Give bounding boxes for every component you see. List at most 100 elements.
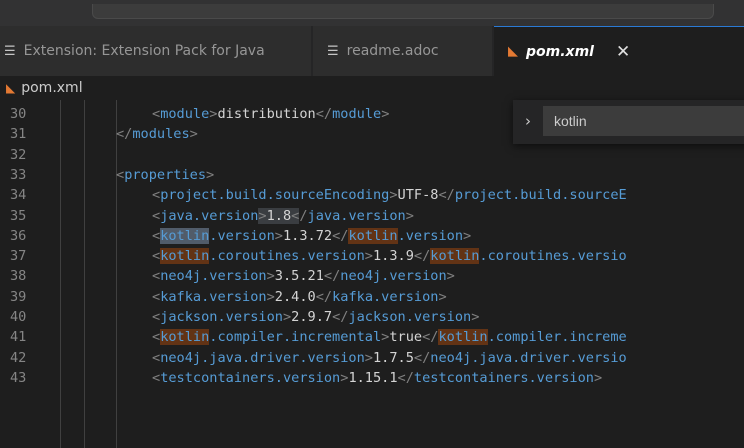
command-center[interactable] (92, 4, 714, 19)
code-token: > (274, 227, 283, 244)
code-token: > (364, 349, 373, 366)
code-token: 1.8 (266, 207, 292, 224)
code-token: > (446, 268, 455, 285)
code-token: < (152, 329, 161, 346)
line-number: 34 (10, 187, 27, 204)
code-token: < (152, 106, 161, 122)
code-token: < (152, 187, 161, 204)
code-token: </ (438, 187, 455, 204)
code-token: < (152, 207, 161, 224)
code-token: > (206, 166, 215, 183)
find-widget: › kotlin (513, 100, 744, 144)
code-token: modules (132, 126, 190, 143)
code-token: 1.7.5 (372, 349, 414, 366)
code-token: project.build.sourceE (454, 187, 627, 204)
code-line[interactable]: 42 <neo4j.java.driver.version>1.7.5</neo4… (0, 348, 744, 368)
code-token: jackson.version (160, 309, 283, 325)
code-text: <module>distribution</module> (152, 104, 389, 124)
code-token: > (471, 309, 480, 325)
code-token: neo4j.java.driver.versio (430, 349, 627, 366)
line-number: 40 (10, 309, 27, 325)
code-line[interactable]: 40 <jackson.version>2.9.7</jackson.versio… (0, 307, 744, 327)
code-line[interactable]: 36 <kotlin.version>1.3.72</kotlin.version… (0, 226, 744, 246)
code-token: module (160, 106, 210, 122)
code-text: <project.build.sourceEncoding>UTF-8</pro… (152, 185, 627, 205)
code-token: distribution (217, 106, 316, 122)
code-token: </ (315, 106, 333, 122)
breadcrumb: ◣ pom.xml (0, 76, 744, 100)
code-token: .coroutines.versio (479, 248, 627, 265)
code-text: <java.version>1.8</java.version> (152, 206, 414, 226)
line-number: 35 (10, 207, 27, 224)
find-input[interactable]: kotlin (543, 106, 744, 136)
search-match: kotlin (348, 227, 398, 244)
editor-tab-bar: ☰ Extension: Extension Pack for Java ☰ r… (0, 26, 744, 76)
code-token: > (189, 126, 198, 143)
code-text: <kafka.version>2.4.0</kafka.version> (152, 287, 447, 307)
line-number: 36 (10, 227, 27, 244)
code-text: <properties> (116, 165, 214, 185)
code-text: <kotlin.version>1.3.72</kotlin.version> (152, 226, 471, 246)
code-token: 1.3.9 (372, 248, 414, 265)
code-token: > (438, 288, 447, 305)
chevron-right-icon[interactable]: › (525, 112, 531, 130)
code-text: <kotlin.compiler.incremental>true</kotli… (152, 327, 627, 347)
code-token: > (389, 187, 398, 204)
code-line[interactable]: 41 <kotlin.compiler.incremental>true</kot… (0, 327, 744, 347)
code-line[interactable]: 33 <properties> (0, 165, 744, 185)
code-token: neo4j.java.driver.version (160, 349, 365, 366)
code-token: > (364, 248, 373, 265)
code-token: > (405, 207, 414, 224)
code-token: > (381, 106, 390, 122)
preview-lines-icon: ☰ (4, 43, 16, 59)
close-icon[interactable]: ✕ (616, 42, 630, 62)
code-token: < (116, 166, 125, 183)
code-token: 2.9.7 (291, 309, 333, 325)
code-token: UTF-8 (397, 187, 439, 204)
tab-pom-xml[interactable]: ◣ pom.xml ✕ (494, 26, 744, 76)
search-match: kotlin (438, 329, 488, 346)
code-token: .coroutines.version (209, 248, 365, 265)
code-text: <neo4j.java.driver.version>1.7.5</neo4j.… (152, 348, 627, 368)
breadcrumb-file[interactable]: pom.xml (21, 80, 82, 96)
tab-extension-pack[interactable]: ☰ Extension: Extension Pack for Java (0, 26, 312, 76)
code-token: < (152, 309, 161, 325)
tab-label: Extension: Extension Pack for Java (23, 43, 265, 59)
code-line[interactable]: 32 (0, 145, 744, 165)
code-editor[interactable]: 30 <module>distribution</module> 31 </modul… (0, 100, 744, 448)
code-token: > (258, 207, 267, 224)
code-token: < (152, 227, 161, 244)
code-token: </ (332, 309, 349, 325)
code-text: <kotlin.coroutines.version>1.3.9</kotlin… (152, 246, 627, 266)
code-token: java.version (307, 207, 406, 224)
code-token: .version (209, 227, 275, 244)
code-token: > (266, 268, 275, 285)
code-token: module (332, 106, 382, 122)
code-token: .compiler.incremental (209, 329, 382, 346)
code-token: < (152, 288, 161, 305)
rss-xml-icon: ◣ (6, 81, 16, 95)
code-line[interactable]: 34 <project.build.sourceEncoding>UTF-8</p… (0, 185, 744, 205)
line-number: 37 (10, 248, 27, 265)
code-token: true (389, 329, 423, 346)
line-number: 39 (10, 288, 27, 305)
code-token: kafka.version (332, 288, 439, 305)
code-text: <neo4j.version>3.5.21</neo4j.version> (152, 266, 455, 286)
code-token: </ (413, 248, 431, 265)
line-number: 41 (10, 329, 27, 346)
code-token: neo4j.version (160, 268, 267, 285)
code-token: </ (116, 126, 133, 143)
code-token: project.build.sourceEncoding (160, 187, 390, 204)
code-line[interactable]: 39 <kafka.version>2.4.0</kafka.version> (0, 287, 744, 307)
code-token: .compiler.increme (487, 329, 627, 346)
code-line[interactable]: 38 <neo4j.version>3.5.21</neo4j.version> (0, 266, 744, 286)
code-token: / (299, 207, 308, 224)
code-line[interactable]: 35 <java.version>1.8</java.version> (0, 206, 744, 226)
code-line[interactable]: 43 <testcontainers.version>1.15.1</testco… (0, 368, 744, 388)
code-line[interactable]: 37 <kotlin.coroutines.version>1.3.9</kotl… (0, 246, 744, 266)
code-token: </ (397, 369, 414, 386)
code-token: < (152, 349, 161, 366)
search-match: kotlin (160, 227, 210, 244)
tab-readme[interactable]: ☰ readme.adoc (313, 26, 493, 76)
code-token: > (463, 227, 472, 244)
